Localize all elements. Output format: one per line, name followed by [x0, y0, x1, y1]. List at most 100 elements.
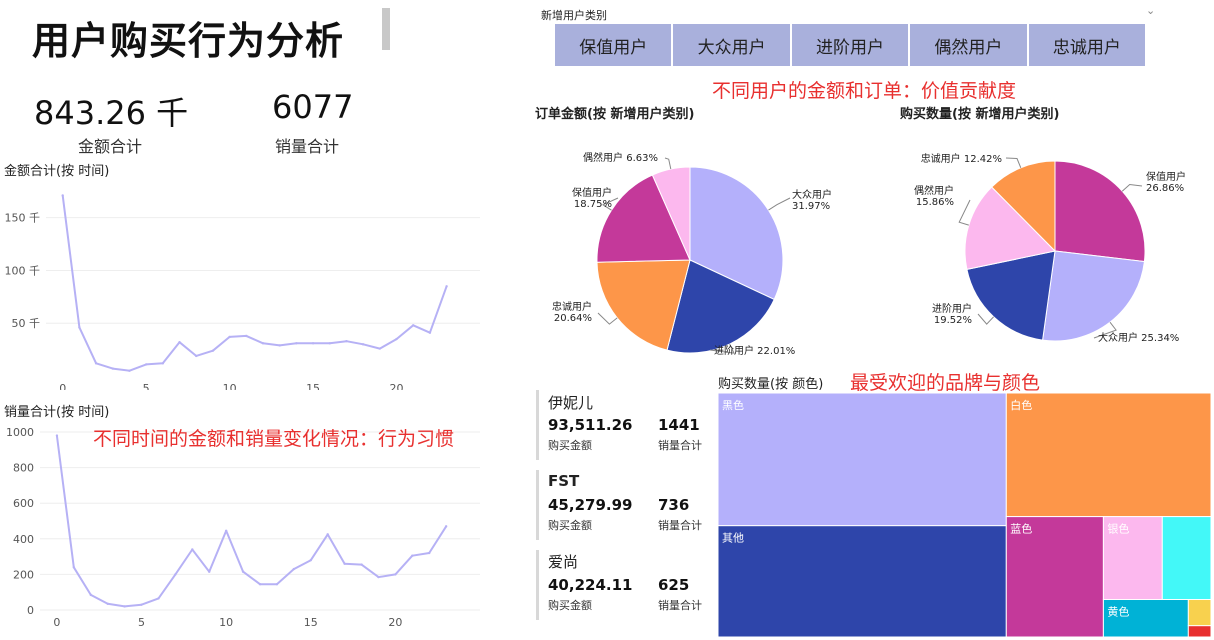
- data-point: [191, 548, 194, 551]
- pie-data-label: 忠诚用户 12.42%: [921, 152, 1002, 165]
- brand-card-qty-label: 销量合计: [658, 439, 702, 452]
- data-point: [208, 570, 211, 573]
- pie-data-label: 15.86%: [916, 197, 954, 208]
- color-treemap: 黑色其他 白色蓝色 银色黄色: [718, 393, 1211, 637]
- data-point: [445, 285, 448, 288]
- treemap-label: 白色: [1010, 398, 1032, 412]
- chevron-down-icon[interactable]: ⌄: [1146, 4, 1155, 17]
- data-point: [295, 342, 298, 345]
- brand-card-qty: 736: [658, 496, 690, 514]
- data-point: [106, 602, 109, 605]
- data-point: [309, 558, 312, 562]
- kpi-qty-value: 6077: [272, 88, 354, 126]
- card-divider: [536, 390, 539, 460]
- qty-line-chart: 0 200 400 600 800 1000 0 5 10 15 20: [6, 426, 480, 629]
- series-line: [55, 435, 448, 608]
- brand-card-amount: 40,224.11: [548, 576, 633, 594]
- value-note: 不同用户的金额和订单：价值贡献度: [712, 80, 1017, 102]
- card-divider: [536, 470, 539, 540]
- data-point: [428, 331, 432, 334]
- data-point: [311, 342, 315, 345]
- brand-card-name: 伊妮儿: [548, 394, 594, 412]
- data-point: [211, 349, 215, 352]
- kpi-amount: 843.26 千: [34, 88, 194, 134]
- pie-data-label: 偶然用户 6.63%: [583, 151, 658, 164]
- data-point: [174, 573, 177, 576]
- data-point: [128, 369, 131, 372]
- slicer-option-dazhong[interactable]: 大众用户: [673, 24, 792, 66]
- data-point: [343, 562, 346, 565]
- data-point: [412, 324, 415, 327]
- card-divider: [536, 550, 539, 620]
- y-tick-label: 0: [27, 604, 34, 617]
- x-tick-label: 20: [390, 382, 404, 390]
- purchase-qty-pie-title: 购买数量(按 新增用户类别): [900, 107, 1060, 122]
- data-point: [361, 343, 365, 346]
- x-tick-label: 5: [143, 382, 150, 390]
- data-point: [195, 354, 198, 358]
- data-point: [377, 575, 380, 579]
- data-point: [123, 605, 126, 608]
- brand-card-amount: 45,279.99: [548, 496, 633, 514]
- pie-data-label: 20.64%: [554, 313, 592, 324]
- slicer-option-zhongcheng[interactable]: 忠诚用户: [1028, 24, 1146, 66]
- treemap-label: 蓝色: [1010, 522, 1032, 536]
- treemap-tile: [1005, 393, 1211, 518]
- y-tick-label: 200: [13, 568, 34, 581]
- pie-data-label: 31.97%: [792, 201, 830, 212]
- leader-line: [977, 313, 994, 325]
- brand-card-amount-label: 购买金额: [548, 599, 592, 612]
- page-title: 用户购买行为分析: [32, 19, 345, 63]
- brand-card-qty: 1441: [658, 416, 700, 434]
- x-tick-label: 10: [223, 382, 237, 390]
- treemap-tile: [1161, 516, 1211, 600]
- data-point: [411, 554, 414, 557]
- data-point: [394, 573, 397, 576]
- treemap-tile: [1187, 625, 1211, 637]
- brand-note: 最受欢迎的品牌与颜色: [850, 372, 1041, 394]
- data-point: [444, 525, 448, 528]
- treemap-label: 黄色: [1107, 605, 1129, 619]
- treemap-tile: [718, 393, 1007, 527]
- title-divider: [382, 8, 390, 50]
- y-tick-label: 800: [13, 462, 34, 475]
- data-point: [378, 347, 382, 350]
- data-point: [55, 434, 59, 437]
- pie-data-label: 26.86%: [1146, 183, 1184, 194]
- slicer-option-ouran[interactable]: 偶然用户: [910, 24, 1029, 66]
- brand-card-qty: 625: [658, 576, 690, 594]
- series-line: [61, 195, 448, 372]
- y-tick-label: 600: [13, 497, 34, 510]
- data-point: [360, 563, 363, 566]
- data-point: [140, 603, 143, 606]
- slicer-option-baozhi[interactable]: 保值用户: [555, 24, 674, 66]
- y-tick-label: 1000: [6, 426, 34, 439]
- data-point: [241, 570, 245, 573]
- treemap-label: 黑色: [722, 398, 744, 412]
- data-point: [161, 362, 165, 365]
- pie-data-label: 19.52%: [934, 315, 972, 326]
- x-tick-label: 10: [219, 616, 233, 629]
- data-point: [144, 363, 148, 366]
- x-tick-label: 0: [59, 382, 66, 390]
- x-tick-label: 20: [388, 616, 402, 629]
- time-note: 不同时间的金额和销量变化情况：行为习惯: [93, 428, 455, 450]
- data-point: [94, 362, 98, 365]
- data-point: [278, 344, 281, 347]
- pie-slice-name: 偶然用户: [914, 184, 954, 197]
- x-tick-label: 5: [138, 616, 145, 629]
- data-point: [89, 593, 92, 597]
- slicer-label: 新增用户类别: [541, 9, 607, 22]
- brand-card-amount: 93,511.26: [548, 416, 633, 434]
- pie-data-label: 大众用户 25.34%: [1098, 331, 1179, 344]
- data-point: [111, 367, 114, 370]
- data-point: [326, 533, 329, 536]
- brand-card-qty-label: 销量合计: [658, 599, 702, 612]
- user-category-slicer: 保值用户 大众用户 进阶用户 偶然用户 忠诚用户: [555, 24, 1146, 66]
- kpi-qty-label: 销量合计: [275, 137, 340, 156]
- brand-card-name: FST: [548, 472, 580, 490]
- leader-line: [1005, 157, 1022, 168]
- slicer-option-jinjie[interactable]: 进阶用户: [791, 24, 911, 66]
- brand-card-amount-label: 购买金额: [548, 439, 592, 452]
- pie-slice: [1054, 160, 1146, 263]
